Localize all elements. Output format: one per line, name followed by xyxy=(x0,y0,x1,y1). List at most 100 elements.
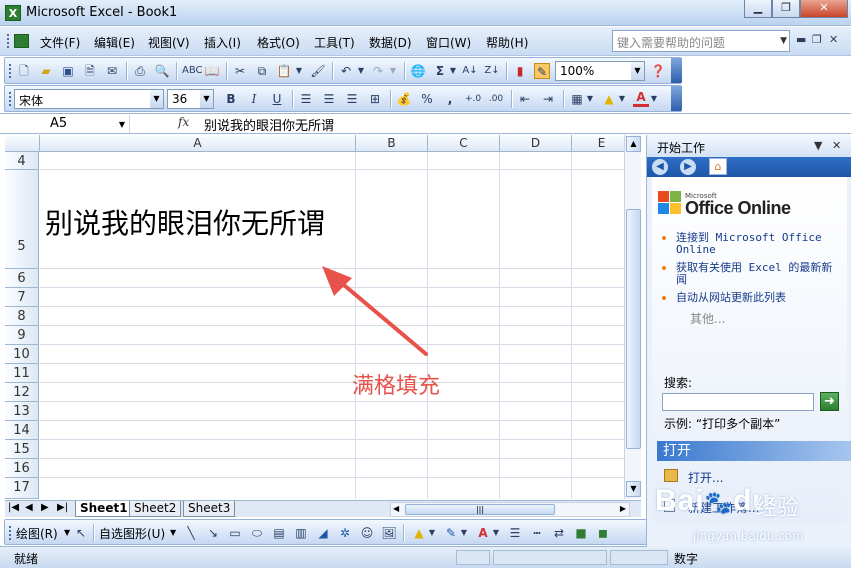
doc-minimize-button[interactable]: ▬ xyxy=(796,33,806,46)
save-icon[interactable]: ▣ xyxy=(60,63,76,79)
arrow-style-icon[interactable]: ⇄ xyxy=(551,525,567,541)
textbox-icon[interactable]: ▤ xyxy=(271,525,287,541)
hyperlink-icon[interactable]: 🌐 xyxy=(410,63,426,79)
font-color-icon[interactable]: A xyxy=(475,525,491,541)
percent-button[interactable]: % xyxy=(419,91,435,107)
chevron-down-icon[interactable]: ▼ xyxy=(388,63,398,79)
task-pane-search-input[interactable] xyxy=(662,393,814,411)
row-header[interactable]: 8 xyxy=(5,307,39,326)
currency-icon[interactable]: 💰 xyxy=(396,91,412,107)
row-header[interactable]: 7 xyxy=(5,288,39,307)
scroll-down-icon[interactable]: ▼ xyxy=(626,481,641,497)
chevron-down-icon[interactable]: ▼ xyxy=(814,139,822,152)
chevron-down-icon[interactable]: ▼ xyxy=(631,62,644,80)
font-color-icon[interactable]: A xyxy=(633,91,649,107)
column-header-b[interactable]: B xyxy=(356,135,428,152)
scroll-left-icon[interactable]: ◀ xyxy=(393,504,399,513)
font-size-select[interactable]: 36 ▼ xyxy=(167,89,214,109)
arrow-icon[interactable]: ↘ xyxy=(205,525,221,541)
fill-color-icon[interactable]: ▲ xyxy=(411,525,427,541)
print-icon[interactable]: ⎙ xyxy=(132,63,148,79)
column-header-d[interactable]: D xyxy=(500,135,572,152)
help-icon[interactable]: ❓ xyxy=(650,63,666,79)
menu-help[interactable]: 帮助(H) xyxy=(486,34,528,51)
scroll-right-icon[interactable]: ▶ xyxy=(620,504,626,513)
column-header-a[interactable]: A xyxy=(40,135,356,152)
cut-icon[interactable]: ✂ xyxy=(232,63,248,79)
row-header[interactable]: 4 xyxy=(5,152,39,170)
chevron-down-icon[interactable]: ▼ xyxy=(448,63,458,79)
chevron-down-icon[interactable]: ▼ xyxy=(491,525,501,541)
chevron-down-icon[interactable]: ▼ xyxy=(150,90,163,108)
bold-button[interactable]: B xyxy=(223,91,239,107)
oval-icon[interactable]: ⬭ xyxy=(249,525,265,541)
sheet-tab-sheet3[interactable]: Sheet3 xyxy=(183,501,236,517)
chevron-down-icon[interactable]: ▼ xyxy=(170,528,176,537)
row-header[interactable]: 11 xyxy=(5,364,39,383)
home-icon[interactable]: ⌂ xyxy=(709,158,727,175)
clipart-icon[interactable]: ☺ xyxy=(359,525,375,541)
help-search-input[interactable]: 键入需要帮助的问题 ▼ xyxy=(612,30,790,52)
chevron-down-icon[interactable]: ▼ xyxy=(200,90,213,108)
chevron-down-icon[interactable]: ▼ xyxy=(427,525,437,541)
chevron-down-icon[interactable]: ▼ xyxy=(294,63,304,79)
row-header[interactable]: 5 xyxy=(5,170,39,269)
forward-icon[interactable]: ▶ xyxy=(680,159,696,175)
zoom-select[interactable]: 100% ▼ xyxy=(555,61,645,81)
comma-button[interactable]: , xyxy=(442,91,458,107)
borders-icon[interactable]: ▦ xyxy=(569,91,585,107)
spelling-icon[interactable]: ABC xyxy=(182,63,203,79)
sort-descending-icon[interactable]: Z↓ xyxy=(484,63,500,79)
office-online-logo[interactable]: Microsoft Office Online xyxy=(656,185,846,221)
back-icon[interactable]: ◀ xyxy=(652,159,668,175)
copy-icon[interactable]: ⧉ xyxy=(254,63,270,79)
row-header[interactable]: 17 xyxy=(5,478,39,499)
toolbar-grip[interactable] xyxy=(8,525,12,541)
drawing-icon[interactable]: ✎ xyxy=(534,63,550,79)
redo-icon[interactable]: ↷ xyxy=(370,63,386,79)
increase-indent-icon[interactable]: ⇥ xyxy=(540,91,556,107)
toolbar-options-button[interactable] xyxy=(671,86,682,111)
scroll-up-icon[interactable]: ▲ xyxy=(626,136,641,152)
font-name-select[interactable]: 宋体 ▼ xyxy=(14,89,164,109)
diagram-icon[interactable]: ✲ xyxy=(337,525,353,541)
decrease-indent-icon[interactable]: ⇤ xyxy=(517,91,533,107)
autoshapes-menu-button[interactable]: 自选图形(U) xyxy=(99,525,165,542)
scroll-thumb[interactable] xyxy=(626,209,641,449)
underline-button[interactable]: U xyxy=(269,91,285,107)
fill-color-icon[interactable]: ▲ xyxy=(601,91,617,107)
toolbar-grip[interactable] xyxy=(8,91,12,107)
column-header-e[interactable]: E xyxy=(572,135,632,152)
line-icon[interactable]: ╲ xyxy=(183,525,199,541)
select-all-corner[interactable] xyxy=(5,135,40,152)
open-icon[interactable]: ▰ xyxy=(38,63,54,79)
chart-wizard-icon[interactable]: ▮ xyxy=(512,63,528,79)
increase-decimal-icon[interactable]: +.0 xyxy=(465,91,481,107)
decrease-decimal-icon[interactable]: .00 xyxy=(488,91,504,107)
dash-style-icon[interactable]: ┅ xyxy=(529,525,545,541)
first-sheet-icon[interactable]: |◀ xyxy=(8,502,19,513)
align-left-icon[interactable]: ☰ xyxy=(298,91,314,107)
maximize-button[interactable]: ❐ xyxy=(772,0,800,18)
sort-ascending-icon[interactable]: A↓ xyxy=(462,63,478,79)
chevron-down-icon[interactable]: ▼ xyxy=(356,63,366,79)
chevron-down-icon[interactable]: ▼ xyxy=(649,91,659,107)
menu-tools[interactable]: 工具(T) xyxy=(314,34,355,51)
chevron-down-icon[interactable]: ▼ xyxy=(585,91,595,107)
row-header[interactable]: 13 xyxy=(5,402,39,421)
menu-format[interactable]: 格式(O) xyxy=(257,34,300,51)
paste-icon[interactable]: 📋 xyxy=(276,63,292,79)
row-header[interactable]: 12 xyxy=(5,383,39,402)
prev-sheet-icon[interactable]: ◀ xyxy=(25,502,33,513)
email-icon[interactable]: ✉ xyxy=(104,63,120,79)
print-preview-icon[interactable]: 🔍 xyxy=(154,63,170,79)
column-header-c[interactable]: C xyxy=(428,135,500,152)
italic-button[interactable]: I xyxy=(246,91,262,107)
close-button[interactable]: ✕ xyxy=(800,0,848,18)
row-header[interactable]: 6 xyxy=(5,269,39,288)
name-box[interactable]: A5 ▼ xyxy=(4,115,130,133)
line-style-icon[interactable]: ☰ xyxy=(507,525,523,541)
align-center-icon[interactable]: ☰ xyxy=(321,91,337,107)
toolbar-grip[interactable] xyxy=(6,33,11,49)
autosum-icon[interactable]: Σ xyxy=(432,63,448,79)
